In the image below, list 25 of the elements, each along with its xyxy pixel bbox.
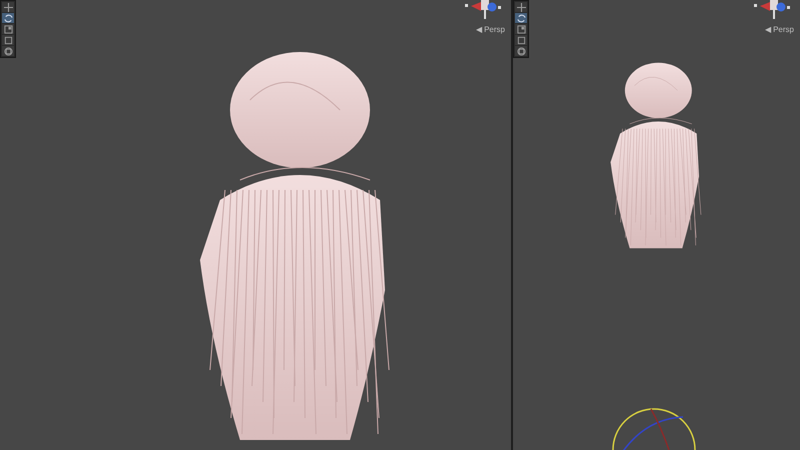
- tool-button[interactable]: [515, 24, 527, 34]
- perspective-label[interactable]: ◀ Persp: [764, 24, 794, 36]
- tool-button[interactable]: [2, 2, 14, 12]
- rect-icon: [4, 36, 12, 44]
- perspective-label[interactable]: ◀ Persp: [476, 24, 505, 36]
- scene-viewport[interactable]: ◀ Persp: [0, 0, 511, 450]
- move-icon: [4, 2, 12, 12]
- rotate-icon: [516, 14, 526, 22]
- scene-viewport[interactable]: ◀ Persp: [513, 0, 800, 450]
- rotation-gizmo-drawing[interactable]: [611, 407, 697, 450]
- scale-icon: [4, 24, 12, 34]
- tool-button[interactable]: [515, 2, 527, 12]
- tool-button[interactable]: [515, 46, 527, 56]
- move-icon: [516, 2, 526, 12]
- tool-button[interactable]: [2, 24, 14, 34]
- tool-button[interactable]: [2, 46, 14, 56]
- tool-button[interactable]: [2, 13, 14, 23]
- rotate-icon: [4, 14, 12, 22]
- transform-icon: [4, 46, 12, 56]
- tool-button[interactable]: [515, 13, 527, 23]
- rect-icon: [516, 36, 526, 44]
- tool-button[interactable]: [515, 35, 527, 45]
- scale-icon: [516, 24, 526, 34]
- tool-button[interactable]: [2, 35, 14, 45]
- transform-icon: [516, 46, 526, 56]
